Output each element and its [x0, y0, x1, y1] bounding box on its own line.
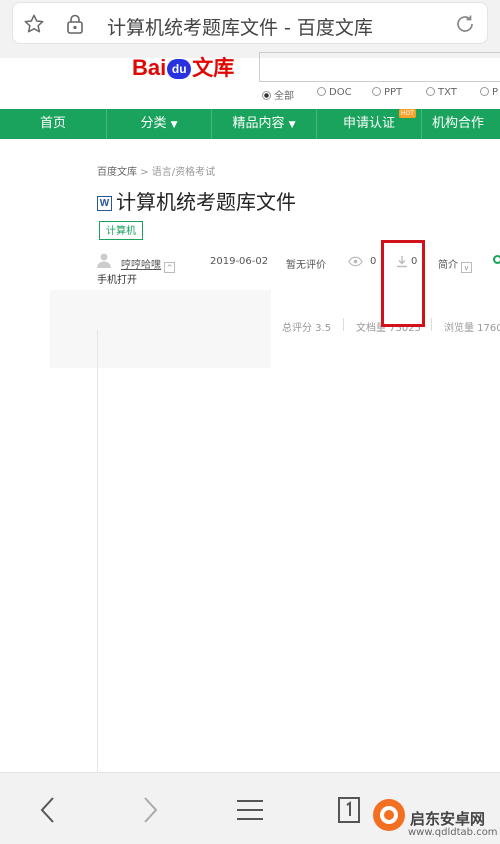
document-title: 计算机统考题库文件 [116, 190, 296, 214]
breadcrumb-root-link[interactable]: 百度文库 [97, 167, 137, 178]
nav-item-premium[interactable]: 精品内容 ▼ [212, 109, 316, 139]
refresh-icon[interactable] [453, 12, 477, 36]
filetype-label: PPT [384, 87, 403, 98]
eye-icon [348, 256, 363, 267]
breadcrumb-category-link[interactable]: 语言/资格考试 [152, 167, 215, 178]
filetype-option-txt[interactable]: TXT [426, 87, 457, 98]
filetype-option-doc[interactable]: DOC [317, 87, 352, 98]
filetype-option-ppt[interactable]: PPT [372, 87, 402, 98]
nav-item-partner[interactable]: 机构合作 [432, 109, 500, 139]
radio-button [480, 87, 489, 96]
star-icon[interactable] [23, 13, 45, 35]
author-view-count: 浏览量 1760 [444, 323, 500, 334]
user-avatar-icon [97, 253, 111, 268]
menu-icon[interactable] [236, 798, 264, 822]
page-title-in-address-bar[interactable]: 计算机统考题库文件 - 百度文库 [107, 13, 373, 40]
open-on-mobile-link[interactable]: 手机打开 [97, 271, 137, 286]
nav-divider [421, 109, 422, 139]
author-total-score: 总评分 3.5 [282, 323, 332, 334]
intro-toggle[interactable]: 简介 v [438, 256, 472, 273]
upload-date: 2019-06-02 [210, 256, 269, 267]
caret-down-icon: ▼ [288, 120, 296, 130]
intro-label: 简介 [438, 260, 458, 271]
nav-item-category[interactable]: 分类 ▼ [107, 109, 211, 139]
main-nav: 首页 分类 ▼ 精品内容 ▼ 申请认证 HOT 机构合作 [0, 109, 500, 139]
filetype-label: DOC [329, 87, 352, 98]
highlight-box [381, 240, 425, 327]
logo-bai-text: Bai [132, 55, 167, 80]
word-doc-icon: W [97, 196, 112, 211]
tabs-icon[interactable] [334, 795, 364, 825]
hot-badge: HOT [399, 109, 416, 118]
browser-toolbar: 计算机统考题库文件 - 百度文库 [0, 0, 500, 58]
author-link[interactable]: 哼哼哈嘿 [121, 260, 161, 271]
share-icon[interactable] [493, 255, 500, 264]
watermark-name: 启东安卓网 [410, 810, 486, 828]
baidu-wenku-logo[interactable]: Bai du 文库 [132, 52, 234, 80]
caret-down-icon: ▼ [170, 120, 178, 130]
blurred-overlay [50, 290, 271, 368]
radio-button [317, 87, 326, 96]
address-bar[interactable]: 计算机统考题库文件 - 百度文库 [12, 2, 488, 44]
filetype-label: TXT [438, 87, 457, 98]
search-input[interactable] [259, 52, 500, 82]
lock-icon [67, 14, 83, 34]
stat-divider [431, 318, 432, 331]
rating-text: 暂无评价 [286, 260, 326, 271]
filetype-option-all[interactable]: 全部 [262, 87, 294, 102]
document-preview-border [97, 330, 98, 772]
radio-button [426, 87, 435, 96]
logo-du-badge: du [167, 59, 192, 79]
document-tag[interactable]: 计算机 [99, 221, 143, 240]
nav-item-home[interactable]: 首页 [0, 109, 106, 139]
stat-divider [343, 318, 344, 331]
back-icon[interactable] [38, 795, 58, 825]
watermark-logo-icon [373, 799, 405, 831]
author-dropdown-icon[interactable]: ^ [164, 262, 175, 273]
filetype-label: P [492, 87, 499, 98]
forward-icon[interactable] [140, 795, 160, 825]
view-count: 0 [370, 256, 377, 267]
chevron-down-icon: v [461, 262, 472, 273]
document-title-row: W 计算机统考题库文件 [97, 186, 296, 215]
watermark-url: www.qdldtab.com [408, 827, 498, 838]
radio-button [372, 87, 381, 96]
radio-selected [262, 91, 271, 100]
breadcrumb: 百度文库 > 语言/资格考试 [97, 163, 215, 178]
filetype-option-pdf[interactable]: P [480, 87, 498, 98]
nav-label: 分类 [140, 116, 167, 131]
breadcrumb-separator: > [140, 167, 149, 178]
logo-wenku-text: 文库 [192, 56, 235, 80]
filetype-label: 全部 [274, 91, 294, 102]
nav-label: 精品内容 [232, 116, 285, 131]
